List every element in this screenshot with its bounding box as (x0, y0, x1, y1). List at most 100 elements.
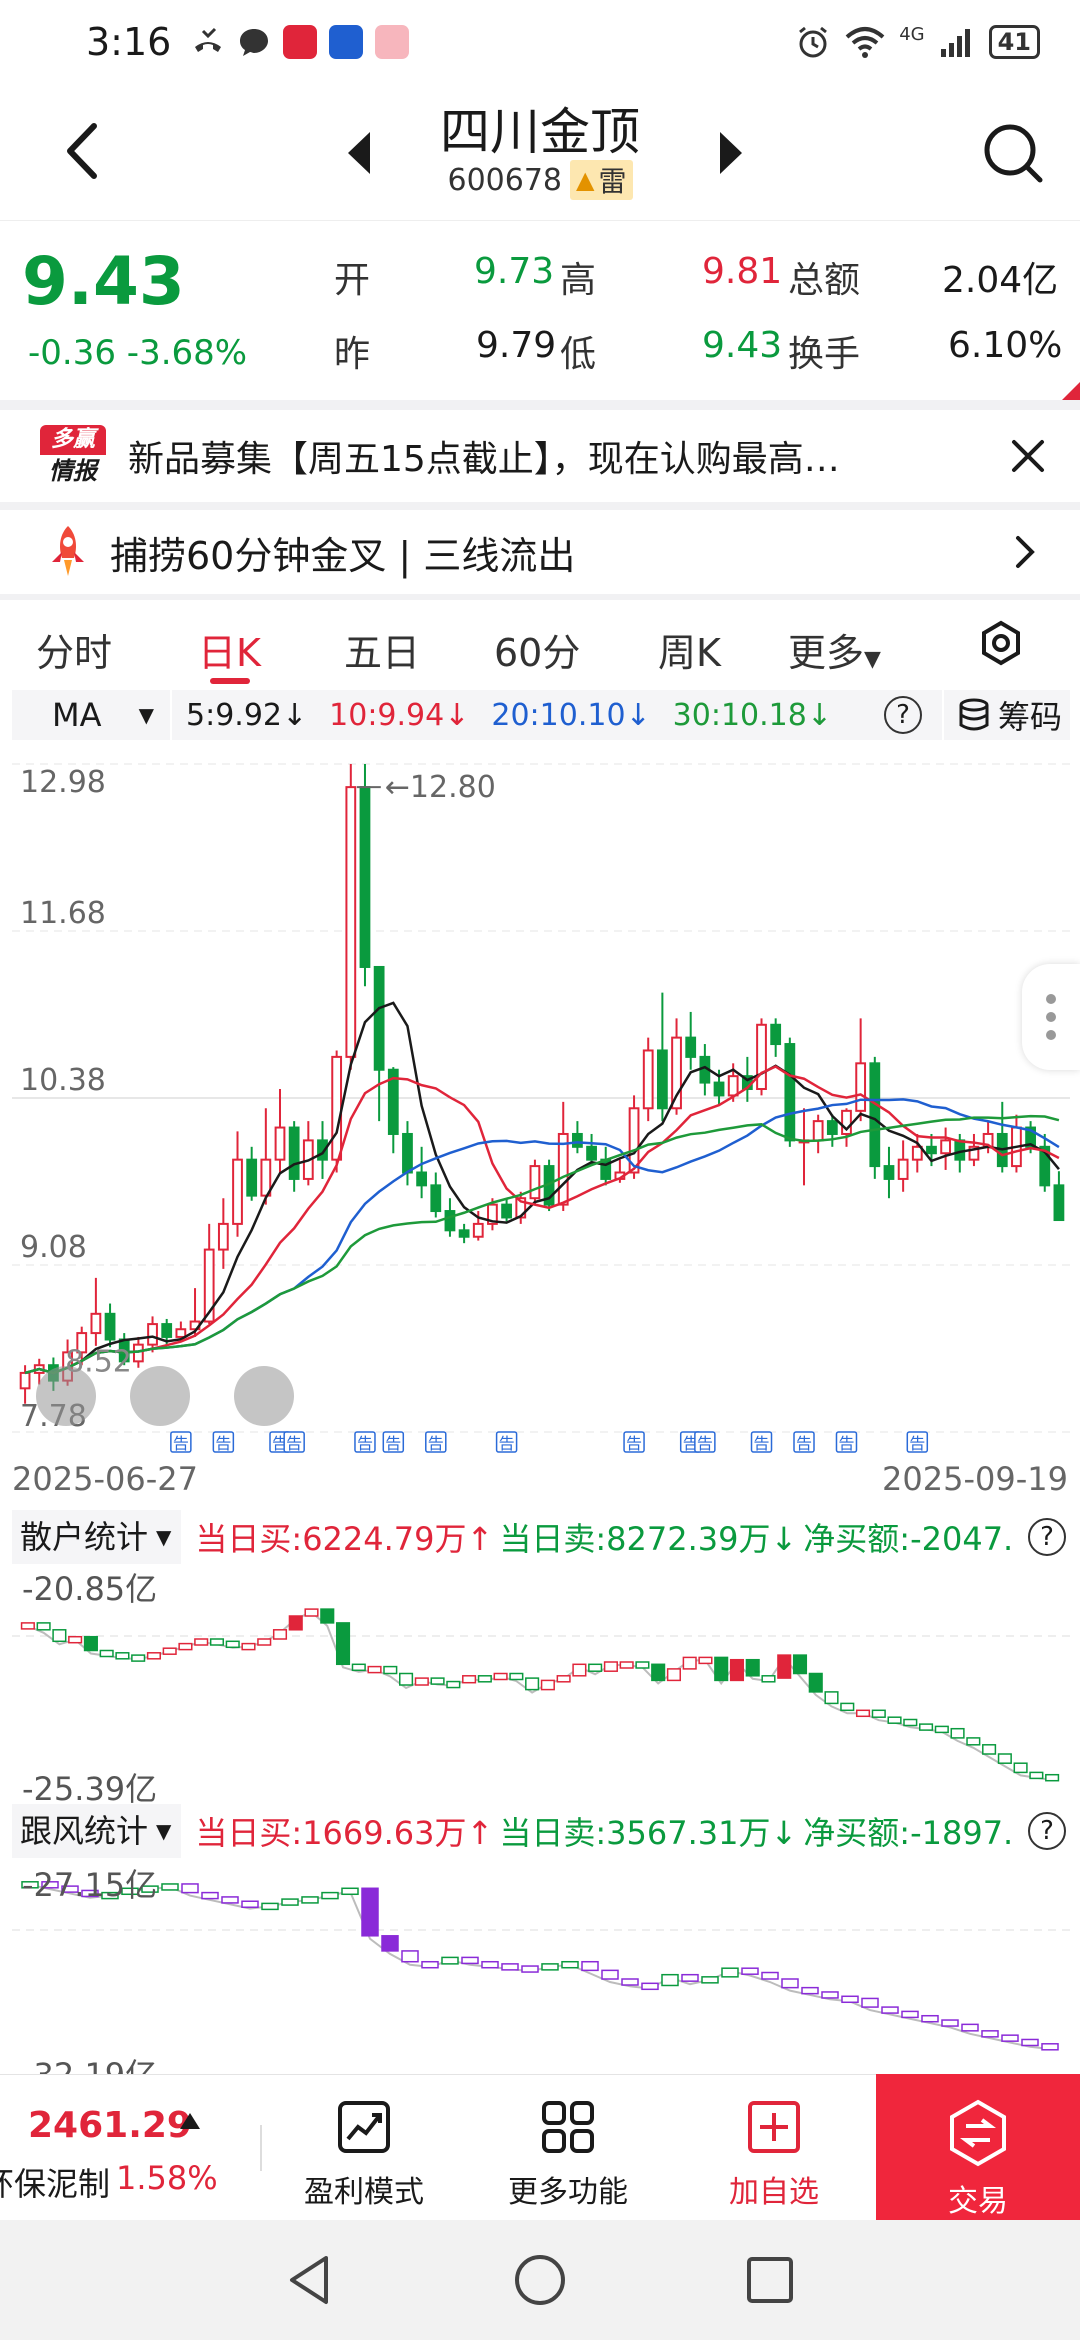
next-stock-icon[interactable] (710, 128, 750, 178)
indicator-bar (621, 1978, 639, 1986)
low-label: 低 (560, 334, 597, 375)
indicator-bar (477, 1675, 492, 1683)
signal-row[interactable]: 捕捞60分钟金叉 | 三线流出 (0, 510, 1080, 594)
candle-body (444, 1210, 456, 1232)
last-price: 9.43 (22, 243, 185, 320)
indicator-bar (181, 1883, 199, 1894)
change-value: -0.36 (28, 333, 116, 373)
help-icon[interactable]: ? (884, 696, 922, 734)
indicator-bar (603, 1661, 618, 1672)
indicator-bar (919, 1723, 934, 1731)
fullscreen-overlay-button[interactable] (234, 1366, 294, 1426)
retail-stats-chart[interactable] (12, 1566, 1070, 1804)
candle-body (430, 1184, 442, 1213)
low-value: 9.43 (702, 325, 783, 366)
help-icon[interactable]: ? (1028, 1812, 1066, 1850)
retail-stats-values: 当日买:6224.79万↑ 当日卖:8272.39万↓ 净买额:-2047. (181, 1514, 1013, 1560)
dot-icon (1046, 994, 1056, 1004)
indicator-bar (399, 1672, 414, 1686)
indicator-bar (1021, 2038, 1039, 2047)
max-price-label: ←12.80 (385, 770, 496, 805)
stock-code-row: 600678 ▲ 雷 (0, 160, 1080, 200)
trade-button[interactable]: 交易 (876, 2074, 1080, 2220)
tab-daily-k[interactable]: 日K (198, 622, 261, 677)
app-notification-icon (283, 25, 318, 59)
candle-body (246, 1158, 258, 1197)
indicator-bar (921, 2014, 939, 2023)
indicator-bar (981, 2030, 999, 2038)
follow-bottom-value: -32.19亿 (22, 2050, 157, 2074)
indicator-bar (146, 1652, 161, 1660)
chart-settings-icon[interactable] (978, 620, 1024, 666)
tab-five-day[interactable]: 五日 (344, 622, 420, 677)
divider (260, 2125, 262, 2171)
indicator-bar (792, 1654, 808, 1675)
indicator-selector-label: MA (52, 696, 102, 734)
period-tabs: 分时 日K 五日 60分 周K 更多▼ (0, 600, 1080, 688)
indicator-bar (194, 1638, 209, 1646)
candle-body (175, 1328, 187, 1338)
ad-banner[interactable]: 多赢 情报 新品募集【周五15点截止】，现在认购最高… (0, 410, 1080, 502)
nav-recents-icon[interactable] (742, 2252, 798, 2308)
candle-body (586, 1145, 597, 1161)
tab-intraday[interactable]: 分时 (36, 622, 112, 677)
expand-overlay-button[interactable] (36, 1366, 96, 1426)
nav-home-icon[interactable] (512, 2252, 568, 2308)
shrink-overlay-button[interactable] (130, 1366, 190, 1426)
help-icon[interactable]: ? (1028, 1518, 1066, 1556)
close-icon[interactable] (1006, 434, 1050, 478)
candlestick-chart[interactable]: 12.9811.6810.389.087.78←12.808.52告告告告告告告… (12, 742, 1070, 1454)
retail-stats-selector[interactable]: 散户统计 ▼ (12, 1510, 182, 1564)
trade-label: 交易 (948, 2184, 1008, 2219)
candle-body (104, 1312, 116, 1341)
risk-tag[interactable]: ▲ 雷 (570, 160, 633, 200)
candle-body (954, 1139, 966, 1161)
stock-header: 四川金顶 600678 ▲ 雷 (0, 84, 1080, 216)
indicator-bar (68, 1635, 83, 1644)
indicator-bar (221, 1896, 239, 1904)
follow-stats-chart[interactable] (12, 1860, 1070, 2074)
follow-stats-selector[interactable]: 跟风统计 ▼ (12, 1804, 182, 1858)
nav-back-icon[interactable] (282, 2252, 338, 2308)
candle-body (501, 1203, 512, 1219)
quote-panel[interactable]: 9.43 -0.36 -3.68% 开 9.73 高 9.81 总额 2.04亿… (0, 220, 1080, 400)
indicator-bar (729, 1658, 745, 1682)
indicator-bar (421, 1960, 439, 1969)
indicator-bar (367, 1665, 382, 1674)
active-tab-indicator (210, 678, 250, 684)
x-axis-end-date: 2025-09-19 (882, 1460, 1068, 1498)
trade-icon (950, 2099, 1006, 2167)
indicator-bar (821, 1991, 839, 1999)
ma5-value: 5:9.92↓ (186, 697, 308, 733)
chip-distribution-button[interactable]: 筹码 (942, 690, 1070, 740)
search-icon[interactable] (980, 120, 1046, 186)
y-tick-label: 10.38 (20, 1063, 106, 1098)
indicator-bar (161, 1883, 179, 1891)
tab-60-min[interactable]: 60分 (494, 622, 580, 677)
more-functions-button[interactable]: 更多功能 (488, 2099, 648, 2211)
indicator-bar (651, 1663, 666, 1682)
indicator-bar (36, 1622, 51, 1631)
expand-corner-icon (1062, 382, 1080, 400)
follow-top-value: -27.15亿 (22, 1866, 158, 1904)
price-change: -0.36 -3.68% (28, 333, 247, 373)
add-watchlist-button[interactable]: 加自选 (694, 2099, 854, 2211)
side-menu-handle[interactable] (1022, 964, 1080, 1070)
change-percent: -3.68% (126, 333, 248, 373)
follow-stats-header: 跟风统计 ▼ 当日买:1669.63万↑ 当日卖:3567.31万↓ 净买额:-1… (12, 1804, 1070, 1858)
indicator-bar (525, 1677, 540, 1691)
amount-label: 总额 (788, 260, 861, 301)
more-functions-label: 更多功能 (508, 2175, 628, 2210)
indicator-bar (1045, 1773, 1060, 1782)
announcement-label: 告 (499, 1434, 515, 1453)
tab-more[interactable]: 更多▼ (788, 622, 881, 677)
indicator-bar (588, 1663, 603, 1672)
profit-model-button[interactable]: 盈利模式 (284, 2099, 444, 2211)
indicator-bar (824, 1691, 839, 1705)
indicator-bar (509, 1672, 524, 1681)
tab-weekly-k[interactable]: 周K (658, 622, 721, 677)
indicator-selector[interactable]: MA ▼ (12, 690, 172, 740)
chevron-right-icon[interactable] (1010, 532, 1040, 572)
indicator-bar (321, 1891, 339, 1900)
indicator-bar (335, 1622, 351, 1666)
